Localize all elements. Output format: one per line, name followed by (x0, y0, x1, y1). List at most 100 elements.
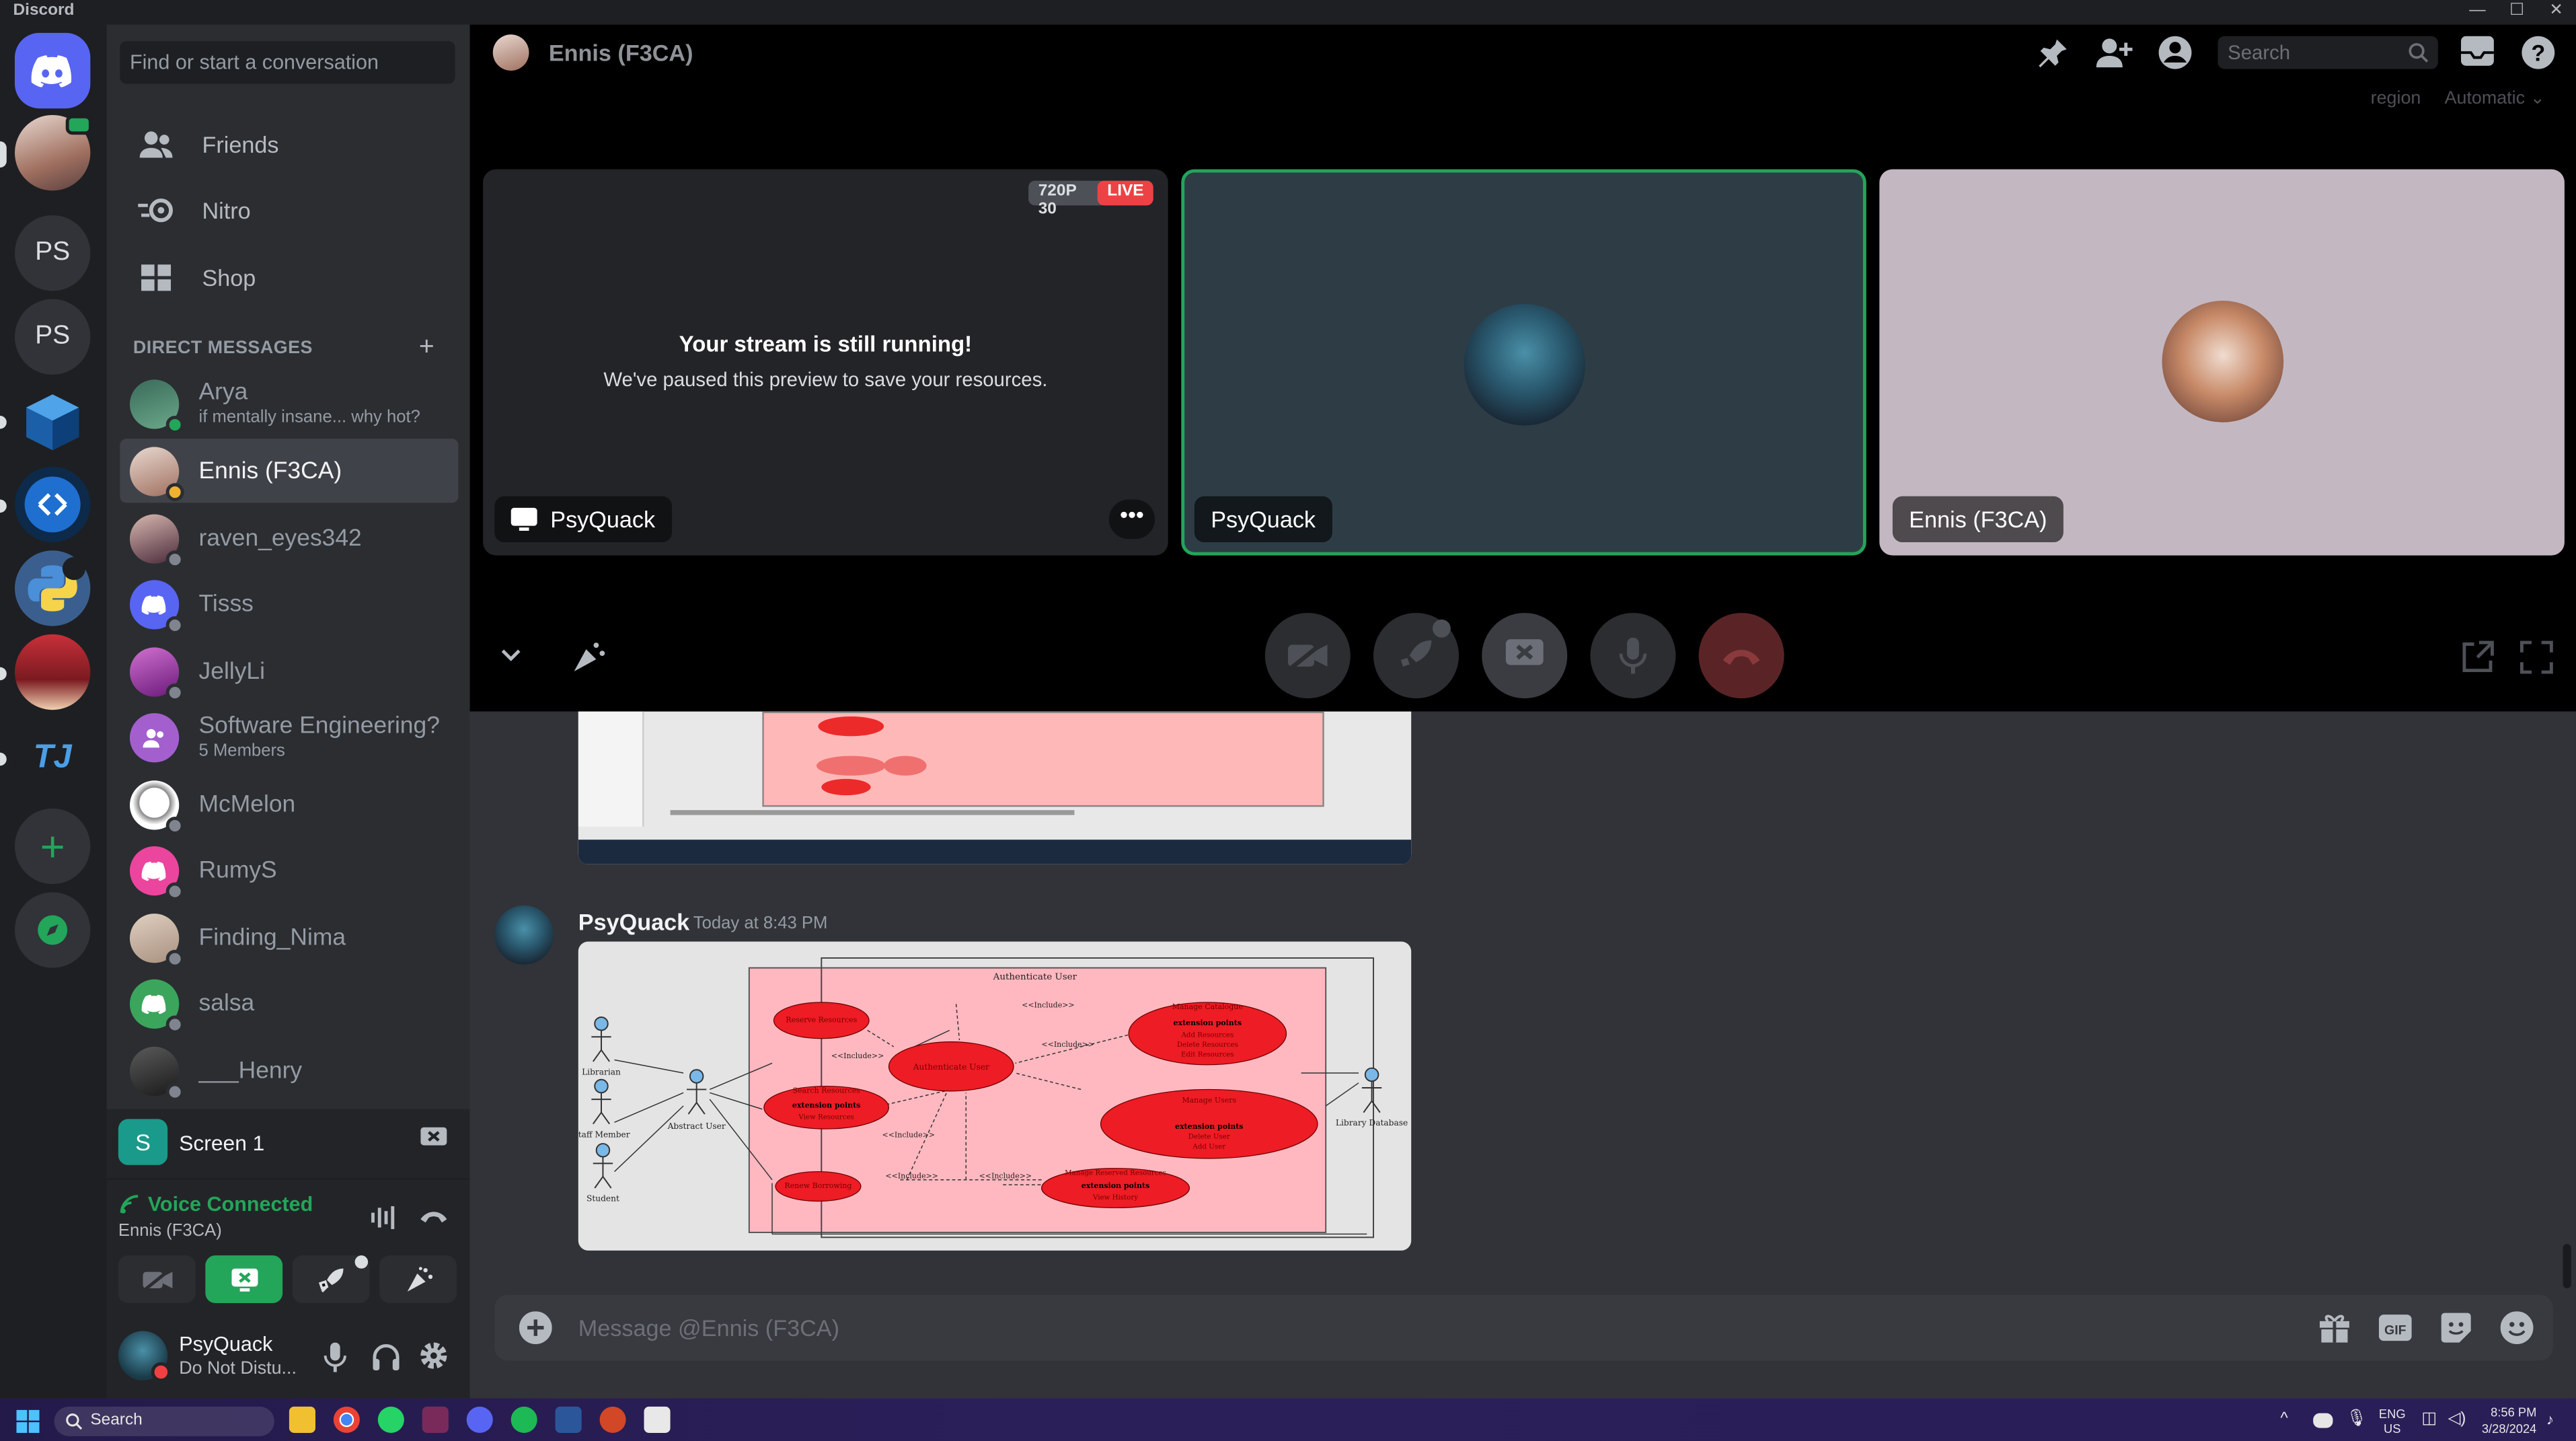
network-icon[interactable]: ◫ (2421, 1410, 2437, 1428)
quality-badge: 720P 30 (1028, 180, 1108, 219)
call-search-input[interactable]: Search (2218, 36, 2438, 69)
add-friend-button[interactable] (2096, 36, 2133, 69)
dm-item[interactable]: Finding_Nima (120, 906, 458, 969)
dm-item[interactable]: JellyLi (120, 639, 458, 703)
mic-button[interactable] (324, 1342, 346, 1372)
fullscreen-button[interactable] (2519, 639, 2555, 675)
nav-friends[interactable]: Friends (120, 115, 458, 174)
tray-chevron-icon[interactable]: ^ (2280, 1410, 2287, 1428)
soundboard-call-button[interactable] (570, 639, 607, 675)
mic-tray-icon[interactable]: 🎙 (2346, 1410, 2367, 1428)
server-ps-2[interactable]: PS (14, 299, 91, 375)
add-server-button[interactable]: + (14, 808, 91, 885)
emoji-button[interactable] (2500, 1311, 2534, 1345)
dm-item-selected[interactable]: Ennis (F3CA) (120, 439, 459, 503)
nav-shop[interactable]: Shop (120, 248, 458, 307)
deafen-button[interactable] (371, 1343, 401, 1371)
word-icon[interactable] (555, 1406, 582, 1433)
profile-button[interactable] (2157, 34, 2193, 71)
dm-item[interactable]: salsa (120, 971, 458, 1035)
explore-button[interactable] (14, 892, 91, 968)
ext-point: Add Resources (1181, 1031, 1234, 1039)
taskbar-search[interactable]: Search (54, 1406, 274, 1436)
powerpoint-icon[interactable] (599, 1406, 626, 1433)
inbox-button[interactable] (2460, 34, 2496, 67)
attachment-image[interactable] (578, 711, 1412, 864)
notification-bell-icon[interactable]: ♪ (2546, 1411, 2554, 1428)
server-tj[interactable]: TJ (14, 719, 91, 796)
dm-item-group[interactable]: Software Engineering? 5 Members (120, 705, 458, 769)
more-options-button[interactable]: ••• (1108, 499, 1156, 540)
dm-search-input[interactable]: Find or start a conversation (120, 41, 455, 84)
leave-call-button[interactable] (1698, 613, 1784, 699)
camera-toggle-button[interactable] (1264, 613, 1351, 699)
voice-status[interactable]: Voice Connected (148, 1193, 313, 1216)
volume-icon[interactable]: ◁) (2448, 1410, 2466, 1428)
soundboard-button[interactable] (379, 1255, 457, 1303)
start-button[interactable] (16, 1409, 40, 1433)
nav-shop-label: Shop (202, 264, 256, 291)
dm-item[interactable]: Arya if mentally insane... why hot? (120, 371, 458, 435)
minimize-button[interactable]: — (2458, 0, 2497, 25)
language-indicator[interactable]: ENG US (2379, 1407, 2406, 1436)
camera-off-button[interactable] (118, 1255, 196, 1303)
discord-taskbar-icon[interactable] (466, 1406, 493, 1433)
dm-item[interactable]: Tisss (120, 572, 458, 636)
disconnect-icon[interactable] (419, 1208, 449, 1224)
participant-tile-psyquack[interactable]: PsyQuack (1181, 169, 1866, 556)
chrome-icon[interactable] (333, 1406, 360, 1433)
spotify-icon[interactable] (510, 1406, 537, 1433)
gif-button[interactable]: GIF (2378, 1311, 2412, 1344)
attach-button[interactable] (519, 1311, 552, 1345)
stop-share-button[interactable] (420, 1127, 447, 1150)
usecase-label: Authenticate User (913, 1062, 989, 1072)
message-input[interactable]: Message @Ennis (F3CA) (578, 1315, 839, 1341)
server-ps-1[interactable]: PS (14, 215, 91, 291)
cube-icon (26, 394, 79, 451)
ext-label: extension points (1174, 1019, 1242, 1027)
participant-tile-ennis[interactable]: Ennis (F3CA) (1879, 169, 2565, 556)
message-author[interactable]: PsyQuack (578, 909, 689, 935)
share-screen-button[interactable] (205, 1255, 283, 1303)
file-explorer-icon[interactable] (289, 1406, 315, 1433)
nitro-icon (137, 190, 176, 230)
mute-button[interactable] (1590, 613, 1676, 699)
maximize-button[interactable]: ☐ (2497, 0, 2537, 25)
gift-button[interactable] (2318, 1311, 2351, 1344)
close-window-button[interactable]: ✕ (2536, 0, 2576, 25)
collapse-button[interactable] (498, 641, 524, 667)
ext-label: extension points (1175, 1122, 1244, 1131)
cloud-icon[interactable] (2313, 1413, 2333, 1428)
settings-button[interactable] (419, 1341, 449, 1370)
nav-nitro[interactable]: Nitro (120, 181, 458, 240)
noise-suppression-icon[interactable] (371, 1206, 397, 1230)
avatar (129, 379, 184, 433)
plus-icon: + (40, 821, 65, 871)
usecase-thumb (821, 778, 871, 796)
stop-streaming-button[interactable] (1482, 613, 1568, 699)
dm-item[interactable]: ___Henry (120, 1039, 458, 1103)
dm-item[interactable]: raven_eyes342 (120, 506, 458, 570)
whatsapp-icon[interactable] (377, 1406, 404, 1433)
dm-item[interactable]: McMelon (120, 772, 458, 836)
server-roblox[interactable] (14, 634, 91, 710)
stream-tile[interactable]: 720P 30 LIVE Your stream is still runnin… (483, 169, 1168, 556)
uml-diagram-image[interactable]: Authenticate User Librarian Staff Member… (578, 941, 1412, 1251)
server-virtualbox[interactable] (14, 383, 91, 459)
help-button[interactable]: ? (2520, 34, 2556, 71)
chat-scrollbar[interactable] (2563, 1244, 2571, 1288)
voice-channel[interactable]: Ennis (F3CA) (118, 1221, 222, 1241)
message-avatar[interactable] (494, 905, 554, 965)
dm-item[interactable]: RumyS (120, 838, 458, 902)
server-dev[interactable] (14, 466, 91, 543)
app-icon[interactable] (422, 1406, 449, 1433)
clock[interactable]: 8:56 PM 3/28/2024 (2464, 1405, 2537, 1436)
create-dm-button[interactable]: + (419, 334, 434, 363)
plus-circle-icon (519, 1311, 552, 1345)
popout-button[interactable] (2460, 639, 2496, 675)
sticker-button[interactable] (2439, 1311, 2472, 1344)
region-select[interactable]: Automatic ⌄ (2445, 87, 2545, 108)
pin-button[interactable] (2037, 36, 2070, 69)
app-icon-2[interactable] (644, 1406, 671, 1433)
home-button[interactable] (14, 32, 91, 109)
